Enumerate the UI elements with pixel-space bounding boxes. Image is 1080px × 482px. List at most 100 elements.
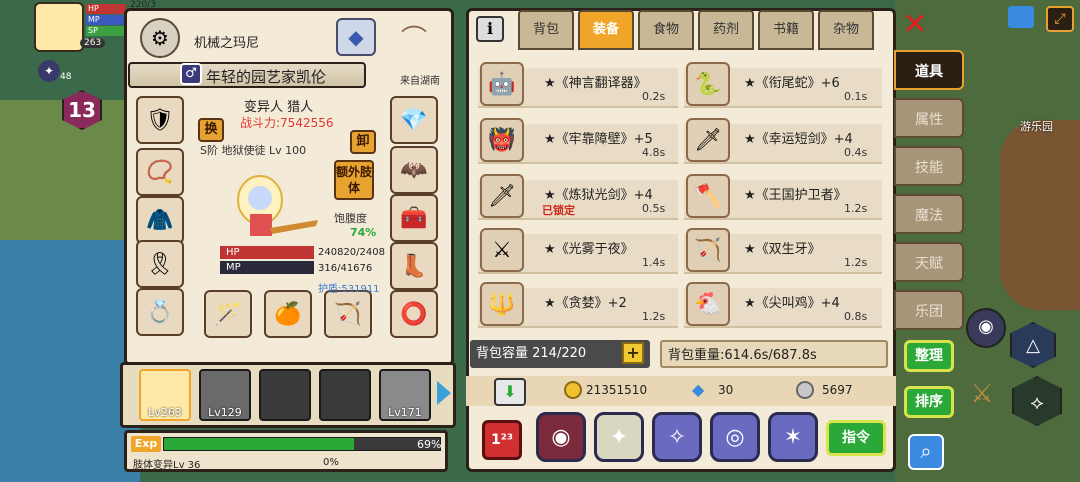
side-menu-2[interactable]: 技能	[894, 146, 964, 186]
cape-slot[interactable]: 🦇	[390, 146, 438, 194]
limb-mutation-percent: 0%	[323, 457, 339, 468]
hud-level: 263	[80, 38, 106, 48]
capacity-text: 背包容量 214/220	[476, 346, 587, 361]
hud-sp-bar: SP	[86, 26, 126, 36]
item-icon[interactable]: 🤖	[480, 62, 524, 106]
diamond-icon: ◆	[692, 380, 705, 399]
staff-icon: 🪄	[214, 301, 242, 327]
download-icon[interactable]: ⬇	[494, 378, 526, 406]
character-class: 变异人 猎人	[244, 100, 314, 115]
weapon-slot-3[interactable]: 🏹	[324, 290, 372, 338]
item-weight: 0.5s	[642, 202, 666, 215]
party-next-arrow-icon[interactable]	[437, 381, 451, 405]
item-icon[interactable]: 🔱	[480, 282, 524, 326]
rune-skill-icon[interactable]: ✶	[768, 412, 818, 462]
hp-value: 240820/2408	[318, 247, 385, 258]
crimson-skill-icon[interactable]: ◉	[536, 412, 586, 462]
belt-slot[interactable]: 🎗	[136, 240, 184, 288]
organize-button[interactable]: 整理	[904, 340, 954, 372]
orb-skill-icon[interactable]: ◎	[710, 412, 760, 462]
hanger-icon[interactable]: ⌒	[386, 18, 442, 56]
item-icon[interactable]: ⚔	[480, 228, 524, 272]
info-icon[interactable]: i	[476, 16, 504, 42]
party-member-2[interactable]: Lv129	[199, 369, 251, 421]
character-origin: 来自湖南	[400, 76, 440, 87]
item-icon[interactable]: 🪓	[686, 174, 730, 218]
tab-1[interactable]: 装备	[578, 10, 634, 50]
weapon-slot-1[interactable]: 🪄	[204, 290, 252, 338]
weapon-slot-2[interactable]: 🍊	[264, 290, 312, 338]
character-sprite	[220, 170, 320, 244]
tab-4[interactable]: 书籍	[758, 10, 814, 50]
screen-icon[interactable]	[1008, 6, 1034, 28]
party-bar: Lv263 Lv129 Lv171	[120, 362, 456, 428]
party-member-3[interactable]	[259, 369, 311, 421]
helmet-slot[interactable]: 🛡	[136, 96, 184, 144]
helmet-icon: 🛡	[146, 107, 174, 133]
guild-emblem-icon[interactable]: ⚙	[140, 18, 180, 58]
close-icon[interactable]: ✕	[900, 10, 930, 40]
ring-slot-left[interactable]: 💍	[136, 288, 184, 336]
side-menu-1[interactable]: 属性	[894, 98, 964, 138]
character-title: 机械之玛尼	[194, 36, 260, 51]
weapon-swap-icon[interactable]: ⚔	[962, 374, 1002, 414]
side-menu-3[interactable]: 魔法	[894, 194, 964, 234]
ring-slot-right[interactable]: ⭕	[390, 290, 438, 338]
item-icon[interactable]: 🐍	[686, 62, 730, 106]
dice-roll-icon[interactable]: 1²³	[482, 420, 522, 460]
item-weight: 0.2s	[642, 90, 666, 103]
target-skill-icon[interactable]: ◉	[966, 308, 1006, 348]
belt-icon: 🎗	[146, 251, 174, 277]
extra-limb-button[interactable]: 额外肢体	[334, 160, 374, 200]
item-icon[interactable]: 👹	[480, 118, 524, 162]
hud-mp-bar: MP	[86, 15, 126, 25]
side-menu-4[interactable]: 天赋	[894, 242, 964, 282]
item-icon[interactable]: 🗡	[480, 174, 524, 218]
item-icon[interactable]: 🗡	[686, 118, 730, 162]
sort-button[interactable]: 排序	[904, 386, 954, 418]
player-avatar[interactable]	[34, 2, 84, 52]
party-member-5[interactable]: Lv171	[379, 369, 431, 421]
swap-button[interactable]: 换	[198, 118, 224, 142]
sword-skill-icon[interactable]: ✦	[594, 412, 644, 462]
command-button[interactable]: 指令	[826, 420, 886, 456]
necklace-slot[interactable]: 📿	[136, 148, 184, 196]
item-name: ★《光雾于夜》	[544, 242, 634, 257]
party-member-1[interactable]: Lv263	[139, 369, 191, 421]
character-name: 年轻的园艺家凯伦	[206, 68, 327, 86]
tab-0[interactable]: 背包	[518, 10, 574, 50]
tab-3[interactable]: 药剂	[698, 10, 754, 50]
tab-5[interactable]: 杂物	[818, 10, 874, 50]
item-icon[interactable]: 🏹	[686, 228, 730, 272]
arcane-skill-icon[interactable]: ✧	[652, 412, 702, 462]
unequip-button[interactable]: 卸	[350, 130, 376, 154]
item-name: ★《王国护卫者》	[744, 188, 847, 203]
armor-slot[interactable]: 🧥	[136, 196, 184, 244]
search-icon[interactable]: ⌕	[908, 434, 944, 470]
inventory-weight: 背包重量:614.6s/687.8s	[660, 340, 888, 368]
diamond-amount: 30	[718, 383, 734, 397]
hp-mp-bars: HP MP	[220, 246, 314, 276]
shield-value: 护盾:531911	[318, 284, 380, 295]
map-location-label: 游乐园	[1020, 120, 1053, 133]
currency-bar: ⬇ 21351510 ◆ 30 5697	[466, 376, 896, 406]
party-member-4[interactable]	[319, 369, 371, 421]
exp-percent: 69%	[417, 438, 442, 451]
tab-2[interactable]: 食物	[638, 10, 694, 50]
boots-slot[interactable]: 👢	[390, 242, 438, 290]
cape-icon: 🦇	[400, 157, 428, 183]
item-name: ★《神言翻译器》	[544, 76, 647, 91]
expand-icon[interactable]: ⤢	[1046, 6, 1074, 32]
item-weight: 1.2s	[642, 310, 666, 323]
crystal-icon[interactable]: ◆	[336, 18, 376, 56]
hud-badge-number: 48	[60, 72, 72, 82]
chest-slot[interactable]: 🧰	[390, 194, 438, 242]
expand-capacity-button[interactable]: +	[622, 342, 644, 364]
side-menu-5[interactable]: 乐团	[894, 290, 964, 330]
side-menu-0[interactable]: 道具	[894, 50, 964, 90]
shield-slot[interactable]: 💎	[390, 96, 438, 144]
star-badge-icon[interactable]: ✦	[38, 60, 60, 82]
chest-icon: 🧰	[400, 205, 428, 231]
item-icon[interactable]: 🐔	[686, 282, 730, 326]
gold-coin-icon	[564, 381, 582, 399]
